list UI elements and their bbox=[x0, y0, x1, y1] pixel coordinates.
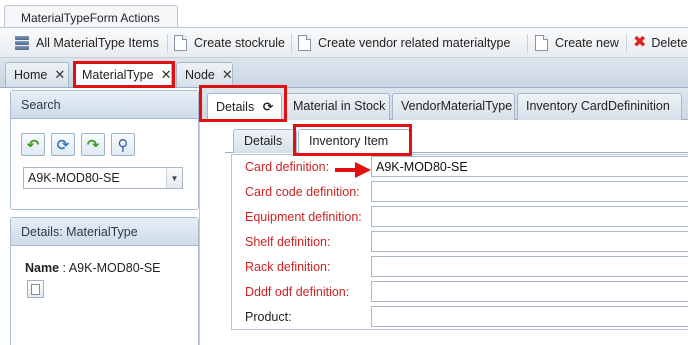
document-icon bbox=[535, 35, 548, 51]
create-vendor-materialtype-label: Create vendor related materialtype bbox=[318, 36, 511, 50]
toolbar-separator bbox=[626, 34, 627, 52]
delete-icon: ✖ bbox=[633, 34, 647, 51]
select-value: A9K-MOD80-SE bbox=[28, 171, 120, 185]
arrow-icon bbox=[335, 162, 371, 178]
all-materialtype-items-button[interactable]: All MaterialType Items bbox=[14, 35, 159, 51]
name-separator: : bbox=[62, 261, 67, 275]
refresh-icon[interactable]: ⟳ bbox=[51, 133, 75, 156]
document-icon[interactable] bbox=[27, 280, 44, 298]
toolbar: All MaterialType Items Create stockrule … bbox=[0, 27, 688, 58]
card-code-definition-field[interactable] bbox=[371, 181, 688, 202]
create-vendor-materialtype-button[interactable]: Create vendor related materialtype bbox=[298, 35, 510, 51]
form-row-rack-definition: Rack definition: bbox=[232, 255, 688, 280]
tab-details-label: Details bbox=[216, 100, 255, 114]
shelf-definition-label: Shelf definition: bbox=[245, 235, 331, 249]
tab-vendormaterialtype[interactable]: VendorMaterialType bbox=[392, 93, 515, 120]
toolbar-separator bbox=[527, 34, 528, 52]
create-new-label: Create new bbox=[555, 36, 619, 50]
right-panel: Details ⟳ Material in Stock VendorMateri… bbox=[201, 88, 688, 345]
list-icon bbox=[14, 35, 30, 51]
tab-node[interactable]: Node ✕ bbox=[176, 62, 233, 87]
subtab-inventory-item[interactable]: Inventory Item bbox=[298, 129, 410, 154]
rack-definition-label: Rack definition: bbox=[245, 260, 331, 274]
materialtype-select[interactable]: A9K-MOD80-SE ▼ bbox=[23, 167, 183, 189]
close-icon[interactable]: ✕ bbox=[54, 67, 65, 82]
card-definition-field[interactable]: A9K-MOD80-SE bbox=[371, 156, 688, 177]
search-box-title: Search bbox=[11, 91, 198, 119]
tab-materialtype[interactable]: MaterialType ✕ bbox=[73, 62, 172, 87]
toolbar-separator bbox=[167, 34, 168, 52]
tab-details[interactable]: Details ⟳ bbox=[207, 93, 282, 120]
details-box: Details: MaterialType Name : A9K-MOD80-S… bbox=[10, 217, 199, 345]
tab-material-in-stock[interactable]: Material in Stock bbox=[284, 93, 390, 120]
card-code-definition-label: Card code definition: bbox=[245, 185, 360, 199]
subtab-details[interactable]: Details bbox=[233, 129, 297, 153]
product-label: Product: bbox=[245, 310, 292, 324]
chevron-down-icon[interactable]: ▼ bbox=[166, 168, 182, 188]
forward-icon[interactable]: ↷ bbox=[81, 133, 105, 156]
shelf-definition-field[interactable] bbox=[371, 231, 688, 252]
close-icon[interactable]: ✕ bbox=[222, 67, 233, 82]
tab-materialtype-label: MaterialType bbox=[82, 68, 154, 82]
refresh-icon[interactable]: ⟳ bbox=[263, 100, 273, 114]
form-row-dddf-odf-definition: Dddf odf definition: bbox=[232, 280, 688, 305]
document-icon bbox=[174, 35, 187, 51]
name-row: Name : A9K-MOD80-SE bbox=[25, 261, 161, 275]
delete-label: Delete bbox=[651, 36, 688, 50]
tab-home-label: Home bbox=[14, 68, 48, 82]
binoculars-icon[interactable]: ⚲ bbox=[111, 133, 135, 156]
form-row-product: Product: bbox=[232, 305, 688, 330]
form-row-shelf-definition: Shelf definition: bbox=[232, 230, 688, 255]
close-icon[interactable]: ✕ bbox=[161, 67, 172, 82]
product-field[interactable] bbox=[371, 306, 688, 327]
toolbar-separator bbox=[291, 34, 292, 52]
all-materialtype-items-label: All MaterialType Items bbox=[36, 36, 159, 50]
name-label: Name bbox=[25, 261, 60, 275]
inventory-item-form: Card definition: A9K-MOD80-SE Card code … bbox=[231, 154, 688, 330]
tab-inventory-carddefininition[interactable]: Inventory CardDefininition bbox=[517, 93, 682, 120]
create-new-button[interactable]: Create new bbox=[535, 35, 619, 51]
form-row-equipment-definition: Equipment definition: bbox=[232, 205, 688, 230]
left-panel: Search ↶ ⟳ ↷ ⚲ A9K-MOD80-SE ▼ Details: M… bbox=[4, 88, 200, 345]
equipment-definition-field[interactable] bbox=[371, 206, 688, 227]
inner-tabs-bar: Details ⟳ Material in Stock VendorMateri… bbox=[201, 88, 688, 120]
rack-definition-field[interactable] bbox=[371, 256, 688, 277]
form-row-card-definition: Card definition: A9K-MOD80-SE bbox=[232, 155, 688, 180]
ribbon-tab-actions[interactable]: MaterialTypeForm Actions bbox=[4, 5, 178, 28]
page-tabs-bar: Home ✕ MaterialType ✕ Node ✕ bbox=[0, 58, 688, 88]
equipment-definition-label: Equipment definition: bbox=[245, 210, 362, 224]
form-row-card-code-definition: Card code definition: bbox=[232, 180, 688, 205]
delete-button[interactable]: ✖ Delete bbox=[633, 35, 688, 51]
document-icon bbox=[298, 35, 311, 51]
name-value: A9K-MOD80-SE bbox=[68, 261, 161, 275]
search-box: Search ↶ ⟳ ↷ ⚲ A9K-MOD80-SE ▼ bbox=[10, 90, 199, 210]
create-stockrule-button[interactable]: Create stockrule bbox=[174, 35, 285, 51]
card-definition-label: Card definition: bbox=[245, 160, 330, 174]
dddf-odf-definition-field[interactable] bbox=[371, 281, 688, 302]
create-stockrule-label: Create stockrule bbox=[194, 36, 286, 50]
back-icon[interactable]: ↶ bbox=[21, 133, 45, 156]
tab-home[interactable]: Home ✕ bbox=[5, 62, 69, 87]
sub-tabs-bar: Details Inventory Item bbox=[225, 129, 688, 154]
tab-node-label: Node bbox=[185, 68, 215, 82]
dddf-odf-definition-label: Dddf odf definition: bbox=[245, 285, 350, 299]
details-box-title: Details: MaterialType bbox=[11, 218, 198, 246]
